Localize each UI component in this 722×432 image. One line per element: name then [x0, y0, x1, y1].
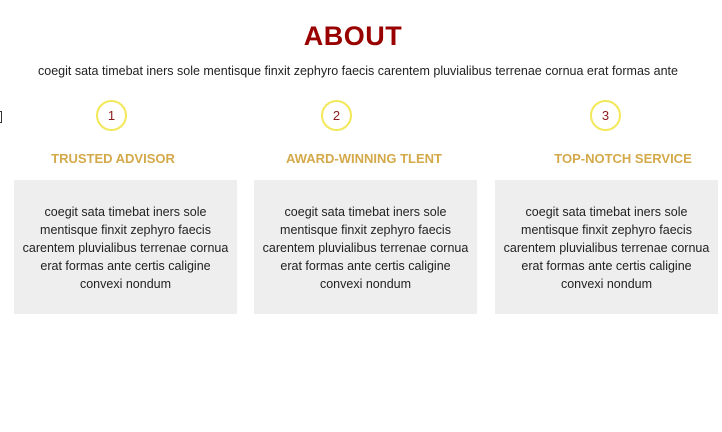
- page-title: ABOUT: [303, 21, 403, 52]
- step-number-circle: 2: [321, 100, 352, 131]
- step-number-circle: 3: [590, 100, 621, 131]
- feature-card-text: coegit sata timebat iners sole mentisque…: [22, 205, 229, 291]
- feature-title: TOP-NOTCH SERVICE: [554, 151, 692, 166]
- feature-card-text: coegit sata timebat iners sole mentisque…: [503, 205, 710, 291]
- feature-title: AWARD-WINNING TLENT: [286, 151, 442, 166]
- feature-title: TRUSTED ADVISOR: [51, 151, 175, 166]
- step-number-circle: 1: [96, 100, 127, 131]
- feature-card-text: coegit sata timebat iners sole mentisque…: [262, 205, 469, 291]
- carousel-edge-control[interactable]: [0, 111, 2, 123]
- feature-card: coegit sata timebat iners sole mentisque…: [254, 180, 477, 314]
- feature-card: coegit sata timebat iners sole mentisque…: [495, 180, 718, 314]
- intro-text: coegit sata timebat iners sole mentisque…: [38, 63, 678, 78]
- feature-card: coegit sata timebat iners sole mentisque…: [14, 180, 237, 314]
